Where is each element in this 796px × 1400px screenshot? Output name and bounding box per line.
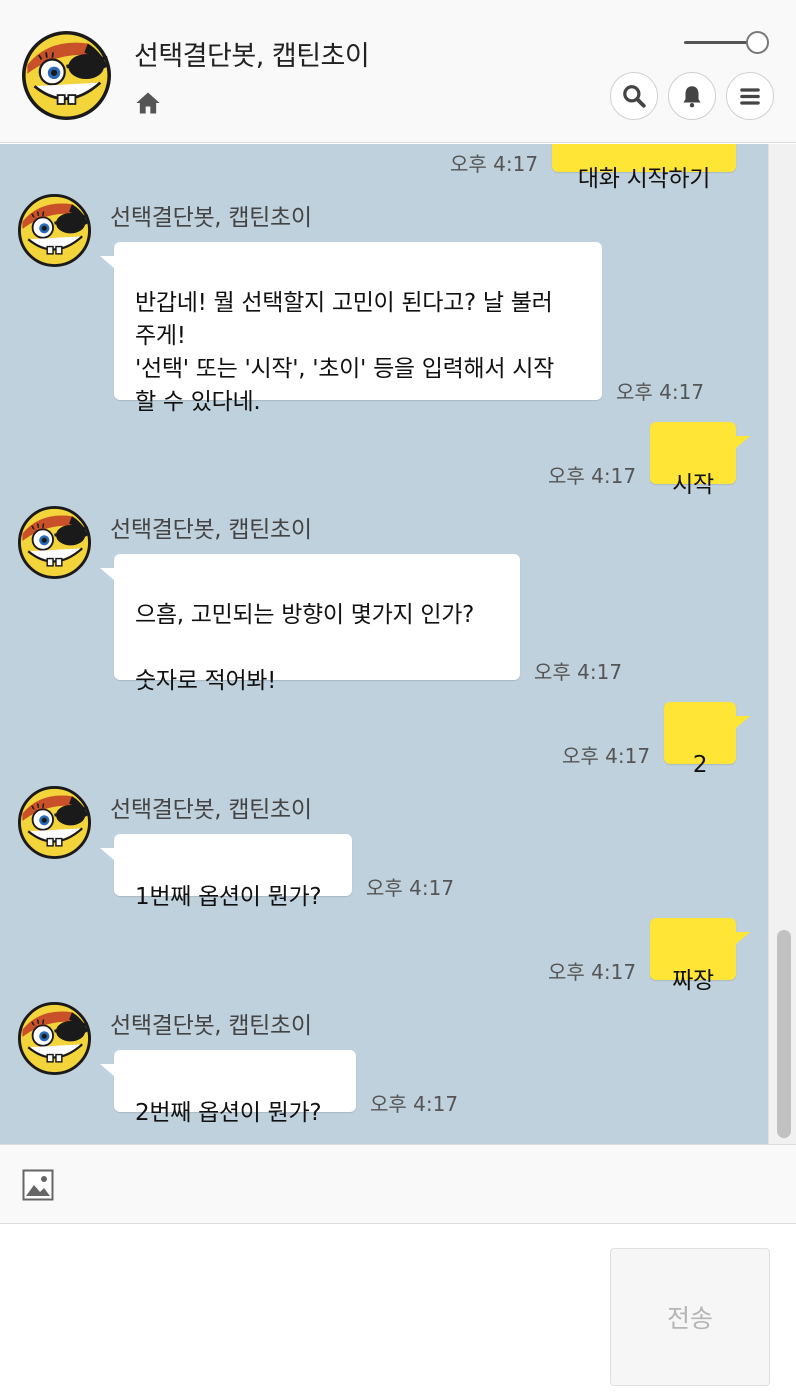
menu-icon [740,88,760,105]
composer: 전송 [0,1225,796,1400]
message-input[interactable] [14,1243,594,1383]
message-time: 오후 4:17 [616,380,705,404]
search-icon [623,85,646,108]
message-text: 반갑네! 뭘 선택할지 고민이 된다고? 날 불러 주게! '선택' 또는 '시… [135,290,554,415]
message-time: 오후 4:17 [370,1092,459,1116]
zoom-slider[interactable] [684,30,770,56]
bot-avatar[interactable] [18,194,91,267]
scrollbar-thumb[interactable] [777,930,791,1138]
sender-name: 선택결단봇, 캡틴초이 [110,205,312,231]
message-time: 오후 4:17 [548,464,637,488]
chat-title: 선택결단봇, 캡틴초이 [134,41,370,72]
bell-icon [683,86,701,108]
image-icon[interactable] [22,1169,54,1201]
chat-header: 선택결단봇, 캡틴초이 [0,0,796,143]
bot-avatar[interactable] [18,786,91,859]
home-icon[interactable] [134,89,162,117]
message-time: 오후 4:17 [562,744,651,768]
sender-name: 선택결단봇, 캡틴초이 [110,797,312,823]
message-time: 오후 4:17 [366,876,455,900]
sender-name: 선택결단봇, 캡틴초이 [110,517,312,543]
message-text: 1번째 옵션이 뭔가? [135,884,322,910]
menu-button[interactable] [726,72,774,120]
message-bubble-out: 시작 [650,422,750,498]
message-time: 오후 4:17 [534,660,623,684]
chat-scrollbar[interactable] [768,144,796,1144]
message-text: 2 [692,752,708,778]
send-button[interactable]: 전송 [610,1248,770,1386]
message-bubble-out: 짜장 [650,918,750,994]
message-text: 대화 시작하기 [577,166,711,192]
slider-knob[interactable] [746,31,769,54]
message-bubble-out: 2 [664,702,750,778]
message-text: 으흠, 고민되는 방향이 몇가지 인가? 숫자로 적어봐! [135,602,475,694]
chat-area[interactable]: 대화 시작하기 오후 4:17 선택결단봇, 캡틴초이 반갑네! 뭘 선택할지 … [0,144,796,1144]
message-bubble-in: 1번째 옵션이 뭔가? [100,834,352,910]
message-text: 짜장 [672,968,714,994]
search-button[interactable] [610,72,658,120]
notification-button[interactable] [668,72,716,120]
message-text: 2번째 옵션이 뭔가? [135,1100,322,1126]
message-bubble-in: 반갑네! 뭘 선택할지 고민이 된다고? 날 불러 주게! '선택' 또는 '시… [100,242,602,415]
message-bubble-in: 2번째 옵션이 뭔가? [100,1050,356,1126]
message-time: 오후 4:17 [548,960,637,984]
slider-track [684,41,750,44]
message-text: 시작 [672,472,714,498]
bot-avatar[interactable] [18,1002,91,1075]
message-bubble-out: 대화 시작하기 [552,144,736,192]
bot-avatar[interactable] [22,31,111,120]
sender-name: 선택결단봇, 캡틴초이 [110,1013,312,1039]
message-time: 오후 4:17 [450,152,539,176]
bot-avatar[interactable] [18,506,91,579]
composer-toolbar [0,1144,796,1224]
message-bubble-in: 으흠, 고민되는 방향이 몇가지 인가? 숫자로 적어봐! [100,554,520,694]
